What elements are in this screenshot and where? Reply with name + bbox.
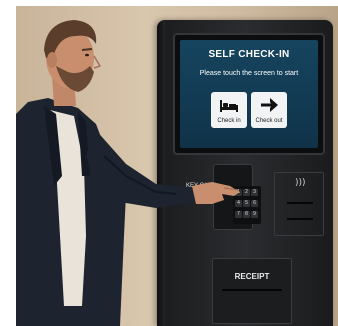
man-figure [16, 20, 240, 326]
photo-scene: SELF CHECK-IN Please touch the screen to… [16, 6, 338, 326]
